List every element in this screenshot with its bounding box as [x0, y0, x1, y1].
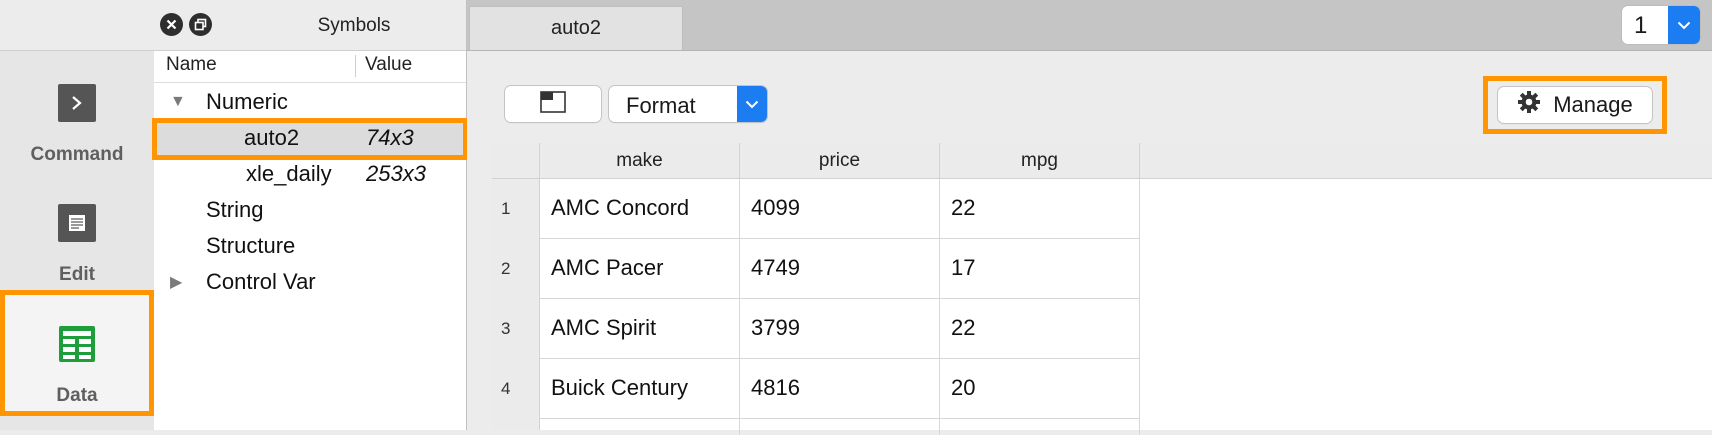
table-cell[interactable]: 17: [940, 239, 1140, 299]
format-dropdown-label: Format: [626, 93, 696, 118]
symbol-name: xle_daily: [246, 161, 332, 186]
table-cell[interactable]: AMC Spirit: [540, 299, 740, 359]
tree-group-label: Control Var: [206, 269, 316, 294]
mode-sidebar: Command Edit Data: [0, 0, 155, 430]
row-number[interactable]: 2: [492, 239, 540, 299]
tree-group-control-var[interactable]: ▶ Control Var: [154, 264, 466, 300]
column-header-make[interactable]: make: [540, 143, 740, 179]
spreadsheet-icon: [58, 325, 96, 363]
column-divider[interactable]: [355, 55, 356, 77]
table-cell[interactable]: Buick Century: [540, 359, 740, 419]
mode-data[interactable]: Data: [0, 290, 154, 416]
close-icon[interactable]: [160, 13, 183, 36]
window-layout-button[interactable]: [505, 86, 601, 122]
row-number[interactable]: [492, 419, 540, 430]
disclosure-open-icon[interactable]: ▼: [170, 93, 186, 111]
row-number[interactable]: 4: [492, 359, 540, 419]
value-column-header[interactable]: Value: [365, 54, 412, 76]
tree-item-auto2[interactable]: auto2 74x3: [152, 118, 468, 160]
name-column-header[interactable]: Name: [166, 54, 217, 76]
table-cell[interactable]: 22: [940, 299, 1140, 359]
symbol-name: auto2: [244, 125, 300, 150]
tree-group-structure[interactable]: Structure: [154, 228, 466, 264]
table-cell[interactable]: 4749: [740, 239, 940, 299]
table-cell[interactable]: [940, 419, 1140, 435]
manage-highlight: Manage: [1483, 76, 1667, 134]
gear-icon: [1517, 90, 1541, 120]
symbol-value: 74x3: [366, 125, 414, 150]
window-layout-icon: [540, 90, 566, 118]
symbols-panel-title: Symbols: [317, 15, 391, 36]
tab-bar: auto2 1: [467, 0, 1712, 51]
mode-command[interactable]: Command: [0, 50, 154, 170]
tree-group-label: Structure: [206, 233, 296, 258]
tab-auto2[interactable]: auto2: [469, 6, 683, 50]
manage-button[interactable]: Manage: [1498, 87, 1652, 123]
manage-button-label: Manage: [1553, 92, 1633, 117]
chevron-down-icon[interactable]: [1668, 6, 1700, 44]
symbol-value: 253x3: [366, 161, 426, 186]
disclosure-closed-icon[interactable]: ▶: [170, 272, 182, 292]
mode-data-label: Data: [56, 385, 98, 406]
table-cell[interactable]: AMC Pacer: [540, 239, 740, 299]
table-cell[interactable]: 20: [940, 359, 1140, 419]
table-cell[interactable]: 4816: [740, 359, 940, 419]
table-cell[interactable]: [540, 419, 740, 435]
column-header-price[interactable]: price: [740, 143, 940, 179]
tree-group-label: String: [206, 197, 264, 222]
document-icon: [58, 204, 96, 242]
data-grid: make price mpg 1 AMC Concord 4099 22 2 A…: [492, 143, 1712, 435]
chevron-down-icon[interactable]: [737, 86, 767, 122]
mode-command-label: Command: [30, 144, 124, 165]
grid-corner[interactable]: [492, 143, 540, 179]
symbols-column-header: Name Value: [154, 50, 466, 83]
tree-group-numeric[interactable]: ▼ Numeric: [154, 84, 466, 120]
tree-group-string[interactable]: String: [154, 192, 466, 228]
terminal-icon: [58, 84, 96, 122]
format-dropdown[interactable]: Format: [609, 86, 767, 122]
column-header-mpg[interactable]: mpg: [940, 143, 1140, 179]
mode-sidebar-header: [0, 0, 154, 51]
row-number[interactable]: 1: [492, 179, 540, 239]
column-header-empty: [1140, 143, 1712, 179]
data-viewer: auto2 1 Format Manage make price mpg 1 A…: [467, 0, 1712, 435]
symbols-panel-header: Symbols: [154, 0, 466, 51]
mode-edit[interactable]: Edit: [0, 170, 154, 290]
undock-icon[interactable]: [189, 13, 212, 36]
page-selector-value: 1: [1634, 12, 1648, 39]
page-selector[interactable]: 1: [1622, 6, 1700, 44]
row-number[interactable]: 3: [492, 299, 540, 359]
table-cell[interactable]: 4099: [740, 179, 940, 239]
symbols-panel: Symbols Name Value ▼ Numeric auto2 74x3 …: [152, 0, 468, 430]
tree-item-xle-daily[interactable]: xle_daily 253x3: [154, 156, 466, 192]
table-cell[interactable]: 3799: [740, 299, 940, 359]
tree-group-label: Numeric: [206, 89, 288, 114]
table-cell[interactable]: 22: [940, 179, 1140, 239]
table-cell[interactable]: AMC Concord: [540, 179, 740, 239]
table-cell[interactable]: [740, 419, 940, 435]
mode-edit-label: Edit: [59, 264, 95, 285]
